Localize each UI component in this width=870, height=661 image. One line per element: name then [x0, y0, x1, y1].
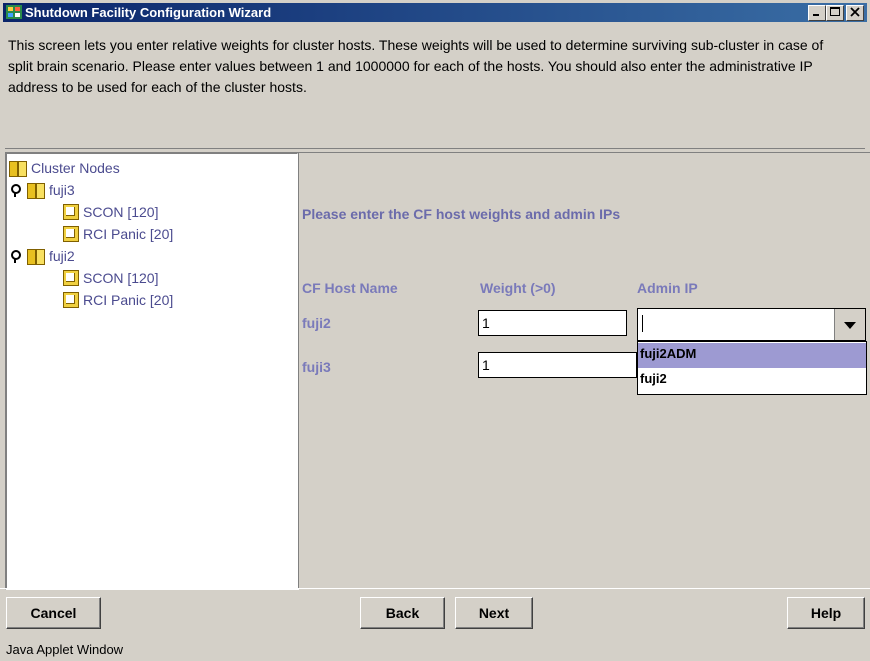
tree-leaf-label: RCI Panic [20]	[83, 292, 174, 308]
maximize-button[interactable]	[826, 5, 844, 21]
tree-leaf[interactable]: RCI Panic [20]	[63, 290, 173, 310]
agent-icon	[63, 204, 79, 220]
maximize-icon	[830, 7, 840, 16]
dropdown-option[interactable]: fuji2	[638, 368, 866, 393]
column-header-weight: Weight (>0)	[480, 280, 556, 296]
tree-node-fuji2[interactable]: fuji2	[9, 246, 75, 266]
cancel-button[interactable]: Cancel	[6, 597, 101, 629]
window-title: Shutdown Facility Configuration Wizard	[25, 5, 272, 20]
cluster-tree-panel[interactable]: Cluster Nodes fuji3 SCON [120] RCI Panic…	[5, 152, 299, 590]
book-icon	[27, 248, 45, 265]
book-icon	[27, 182, 45, 199]
back-button[interactable]: Back	[360, 597, 445, 629]
agent-icon	[63, 292, 79, 308]
tree-leaf[interactable]: SCON [120]	[63, 268, 158, 288]
tree-handle-icon[interactable]	[9, 183, 21, 197]
agent-icon	[63, 270, 79, 286]
chevron-down-icon	[844, 322, 856, 329]
host-name-label: fuji3	[302, 359, 331, 375]
app-icon	[6, 5, 22, 19]
tree-leaf-label: SCON [120]	[83, 204, 159, 220]
agent-icon	[63, 226, 79, 242]
host-name-label: fuji2	[302, 315, 331, 331]
tree-leaf-label: RCI Panic [20]	[83, 226, 174, 242]
help-button[interactable]: Help	[787, 597, 865, 629]
dropdown-button[interactable]	[834, 309, 865, 340]
title-bar[interactable]: Shutdown Facility Configuration Wizard	[3, 3, 867, 22]
tree-node-label: fuji2	[49, 248, 75, 264]
tree-leaf[interactable]: SCON [120]	[63, 202, 158, 222]
close-icon	[850, 7, 860, 17]
description-text: This screen lets you enter relative weig…	[8, 37, 824, 95]
tree-handle-icon[interactable]	[9, 249, 21, 263]
status-bar-text: Java Applet Window	[6, 642, 124, 657]
text-caret	[642, 315, 643, 332]
tree-leaf-label: SCON [120]	[83, 270, 159, 286]
minimize-icon	[813, 14, 819, 16]
next-button[interactable]: Next	[455, 597, 533, 629]
column-header-host: CF Host Name	[302, 280, 398, 296]
tree-leaf[interactable]: RCI Panic [20]	[63, 224, 173, 244]
wizard-window: Shutdown Facility Configuration Wizard T…	[0, 0, 870, 661]
weight-input[interactable]: 1	[478, 352, 637, 378]
window-controls	[808, 5, 864, 21]
tree-node-label: fuji3	[49, 182, 75, 198]
admin-ip-combobox[interactable]	[637, 308, 866, 341]
column-header-admin-ip: Admin IP	[637, 280, 698, 296]
tree-root-label: Cluster Nodes	[31, 160, 120, 176]
dropdown-option[interactable]: fuji2ADM	[638, 343, 866, 368]
tree-root[interactable]: Cluster Nodes	[9, 158, 120, 178]
description-panel: This screen lets you enter relative weig…	[5, 24, 865, 149]
form-heading: Please enter the CF host weights and adm…	[302, 206, 621, 222]
minimize-button[interactable]	[808, 5, 826, 21]
close-button[interactable]	[846, 5, 864, 21]
admin-ip-dropdown-list[interactable]: fuji2ADM fuji2	[637, 341, 867, 395]
weight-input[interactable]: 1	[478, 310, 627, 336]
tree-node-fuji3[interactable]: fuji3	[9, 180, 75, 200]
book-icon	[9, 160, 27, 177]
